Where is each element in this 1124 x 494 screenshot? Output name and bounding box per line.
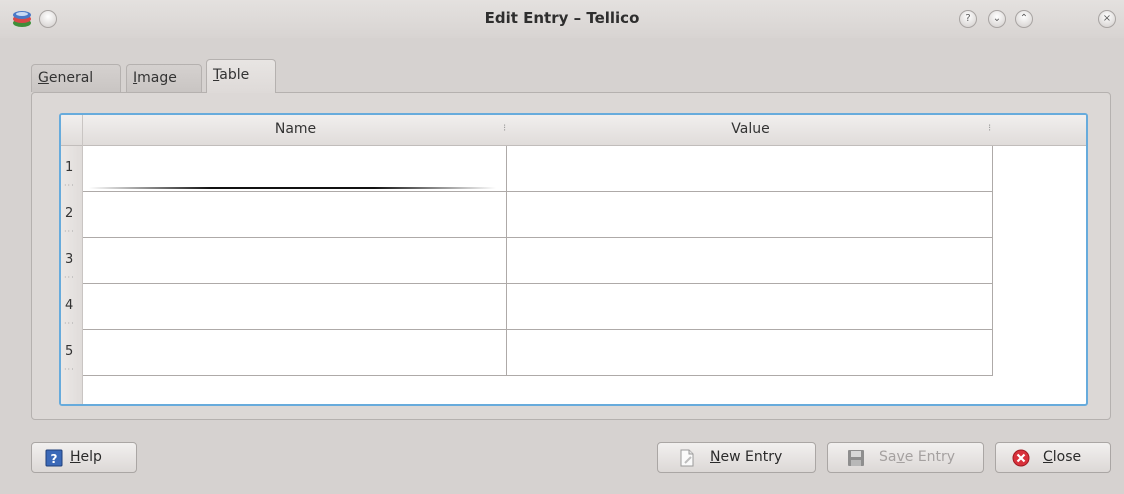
column-resize-handle[interactable]: ⁝: [988, 124, 991, 134]
row-header[interactable]: 1 ···: [61, 146, 83, 192]
row-number: 2: [65, 206, 74, 221]
value-cell[interactable]: [507, 284, 993, 330]
value-cell[interactable]: [507, 192, 993, 238]
row-number: 1: [65, 160, 74, 175]
row-number: 5: [65, 344, 74, 359]
save-entry-mnemonic: v: [896, 449, 905, 465]
save-entry-button[interactable]: Save Entry: [827, 442, 984, 473]
cell-editor-underline: [89, 187, 496, 189]
column-header-value[interactable]: Value: [508, 115, 993, 146]
save-disk-icon: [848, 450, 864, 466]
tab-general-mnemonic: G: [38, 70, 49, 86]
close-icon: ×: [1102, 13, 1112, 24]
maximize-button[interactable]: ⌃: [1015, 10, 1033, 28]
tab-general[interactable]: General: [31, 64, 121, 92]
help-book-icon: ?: [45, 449, 63, 467]
name-cell[interactable]: [83, 192, 507, 238]
tab-table-label: able: [219, 67, 250, 83]
column-resize-handle[interactable]: ⁝: [503, 124, 506, 134]
row-header[interactable]: 4 ···: [61, 284, 83, 330]
window-title: Edit Entry – Tellico: [484, 9, 640, 27]
row-header-filler: [61, 376, 83, 404]
chevron-up-icon: ⌃: [1019, 13, 1029, 24]
column-header-name[interactable]: Name: [83, 115, 508, 146]
save-entry-label-start: Sa: [879, 449, 897, 465]
save-entry-label: e Entry: [904, 449, 956, 465]
new-entry-button[interactable]: New Entry: [657, 442, 816, 473]
close-mnemonic: C: [1043, 449, 1053, 465]
table-corner: [61, 115, 83, 146]
row-header[interactable]: 3 ···: [61, 238, 83, 284]
help-mnemonic: H: [70, 449, 81, 465]
title-bar: Edit Entry – Tellico ? ⌄ ⌃ ×: [0, 0, 1124, 38]
help-button[interactable]: ? Help: [31, 442, 137, 473]
name-cell[interactable]: [83, 238, 507, 284]
row-resize-handle[interactable]: ···: [64, 227, 75, 236]
minimize-button[interactable]: ⌄: [988, 10, 1006, 28]
tab-general-label: eneral: [48, 70, 94, 86]
new-entry-mnemonic: N: [710, 449, 721, 465]
name-cell[interactable]: [83, 146, 507, 192]
tab-image[interactable]: Image: [126, 64, 202, 92]
question-icon: ?: [965, 13, 971, 24]
chevron-down-icon: ⌄: [992, 13, 1002, 24]
row-number: 4: [65, 298, 74, 313]
tab-table[interactable]: Table: [206, 59, 276, 93]
name-cell[interactable]: [83, 330, 507, 376]
value-cell[interactable]: [507, 146, 993, 192]
value-cell[interactable]: [507, 330, 993, 376]
close-circle-icon: [1012, 449, 1030, 467]
close-label: lose: [1052, 449, 1082, 465]
row-header[interactable]: 5 ···: [61, 330, 83, 376]
close-window-button[interactable]: ×: [1098, 10, 1116, 28]
row-resize-handle[interactable]: ···: [64, 181, 75, 190]
table-header: Name ⁝ Value ⁝: [61, 115, 1086, 146]
row-resize-handle[interactable]: ···: [64, 365, 75, 374]
value-cell[interactable]: [507, 238, 993, 284]
name-cell[interactable]: [83, 284, 507, 330]
new-entry-label: ew Entry: [720, 449, 783, 465]
svg-text:?: ?: [51, 452, 58, 466]
new-document-icon: [680, 449, 694, 467]
context-help-button[interactable]: ?: [959, 10, 977, 28]
tab-image-label: mage: [137, 70, 177, 86]
entry-table[interactable]: Name ⁝ Value ⁝ 1 ··· 2 ··· 3 ··· 4 ··· 5…: [59, 113, 1088, 406]
row-resize-handle[interactable]: ···: [64, 273, 75, 282]
help-label: elp: [80, 449, 102, 465]
row-header[interactable]: 2 ···: [61, 192, 83, 238]
edit-entry-dialog: Edit Entry – Tellico ? ⌄ ⌃ × General Ima…: [0, 0, 1124, 494]
row-number: 3: [65, 252, 74, 267]
close-button[interactable]: Close: [995, 442, 1111, 473]
row-resize-handle[interactable]: ···: [64, 319, 75, 328]
